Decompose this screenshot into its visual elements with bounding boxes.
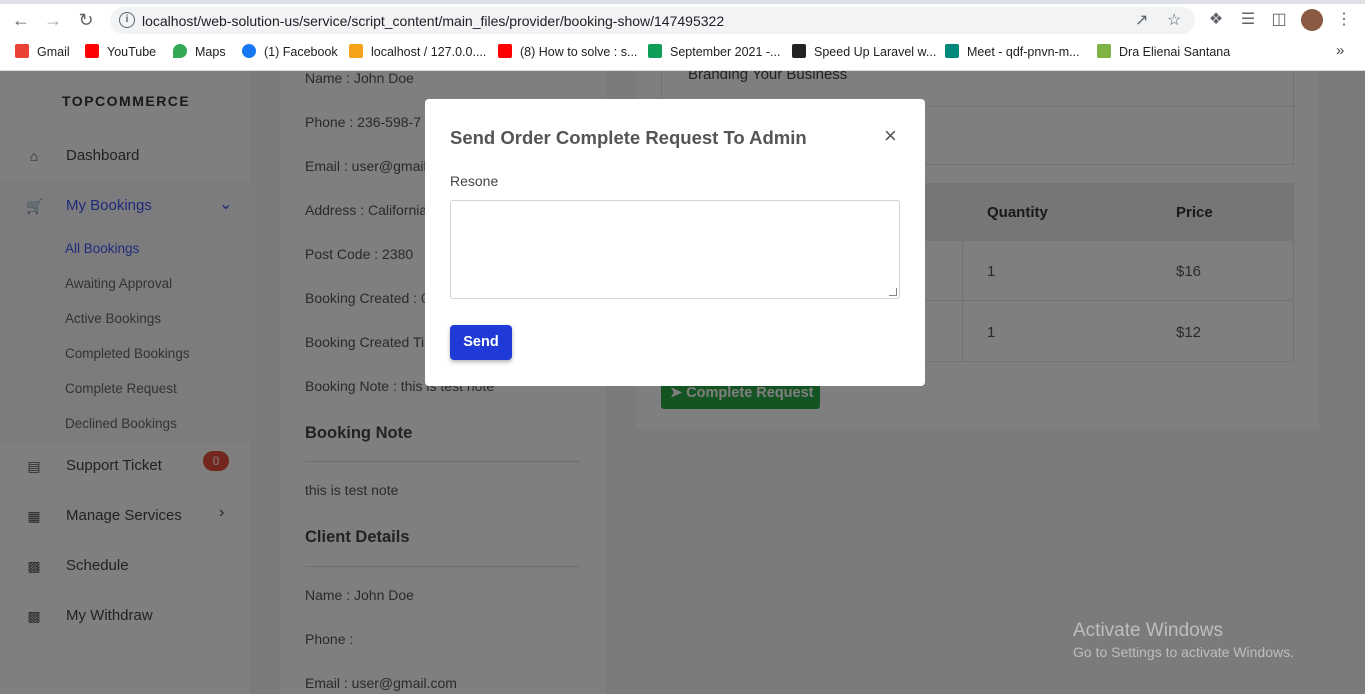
url-text[interactable]: localhost/web-solution-us/service/script… — [142, 13, 724, 29]
reason-textarea[interactable] — [450, 200, 900, 299]
back-icon[interactable]: ← — [10, 9, 32, 31]
youtube-icon — [85, 44, 99, 58]
leaf-icon — [1097, 44, 1111, 58]
bookmark-maps[interactable]: Maps — [173, 44, 226, 59]
bookmark-sheets[interactable]: September 2021 -... — [648, 44, 780, 59]
site-info-icon[interactable]: i — [119, 12, 135, 28]
bookmark-label: Maps — [195, 45, 226, 59]
address-bar[interactable]: i localhost/web-solution-us/service/scri… — [110, 7, 1195, 34]
bookmark-label: (1) Facebook — [264, 45, 338, 59]
bookmarks-bar: Gmail YouTube Maps (1) Facebook localhos… — [0, 40, 1365, 64]
browser-chrome: ← → ↻ i localhost/web-solution-us/servic… — [0, 0, 1365, 71]
bookmark-laravel[interactable]: Speed Up Laravel w... — [792, 44, 936, 59]
reason-label: Resone — [450, 173, 499, 189]
bookmark-meet[interactable]: Meet - qdf-pnvn-m... — [945, 44, 1080, 59]
phpmyadmin-icon — [349, 44, 363, 58]
send-button[interactable]: Send — [450, 325, 512, 360]
maps-icon — [173, 44, 187, 58]
laravel-icon — [792, 44, 806, 58]
bookmark-label: Dra Elienai Santana — [1119, 45, 1231, 59]
share-icon[interactable]: ↗ — [1135, 10, 1148, 30]
bookmark-facebook[interactable]: (1) Facebook — [242, 44, 338, 59]
bookmarks-more-icon[interactable]: » — [1336, 42, 1344, 59]
bookmark-santana[interactable]: Dra Elienai Santana — [1097, 44, 1230, 59]
profile-avatar[interactable] — [1301, 9, 1323, 31]
media-icon[interactable]: ☰ — [1237, 9, 1259, 31]
bookmark-label: (8) How to solve : s... — [520, 45, 638, 59]
bookmark-label: Speed Up Laravel w... — [814, 45, 937, 59]
modal-title: Send Order Complete Request To Admin — [450, 127, 807, 148]
forward-icon[interactable]: → — [42, 9, 64, 31]
bookmark-phpmyadmin[interactable]: localhost / 127.0.0.... — [349, 44, 486, 59]
gmail-icon — [15, 44, 29, 58]
tab-strip — [0, 0, 1365, 4]
bookmark-label: Gmail — [37, 45, 70, 59]
youtube-icon — [498, 44, 512, 58]
bookmark-youtube[interactable]: YouTube — [85, 44, 156, 59]
facebook-icon — [242, 44, 256, 58]
activate-windows-subtitle: Go to Settings to activate Windows. — [1073, 644, 1294, 660]
menu-dots-icon[interactable]: ⋮ — [1333, 9, 1355, 31]
bookmark-label: localhost / 127.0.0.... — [371, 45, 487, 59]
bookmark-label: YouTube — [107, 45, 157, 59]
bookmark-label: Meet - qdf-pnvn-m... — [967, 45, 1080, 59]
bookmark-youtube-2[interactable]: (8) How to solve : s... — [498, 44, 637, 59]
close-icon[interactable]: × — [884, 125, 897, 147]
bookmark-gmail[interactable]: Gmail — [15, 44, 70, 59]
meet-icon — [945, 44, 959, 58]
resize-handle-icon[interactable] — [889, 288, 897, 296]
complete-request-modal: Send Order Complete Request To Admin × R… — [425, 99, 925, 386]
bookmark-label: September 2021 -... — [670, 45, 781, 59]
sheets-icon — [648, 44, 662, 58]
extensions-icon[interactable]: ❖ — [1205, 9, 1227, 31]
sidepanel-icon[interactable]: ◫ — [1268, 9, 1290, 31]
star-icon[interactable]: ☆ — [1167, 10, 1181, 30]
activate-windows-title: Activate Windows — [1073, 620, 1223, 641]
reload-icon[interactable]: ↻ — [75, 9, 97, 31]
